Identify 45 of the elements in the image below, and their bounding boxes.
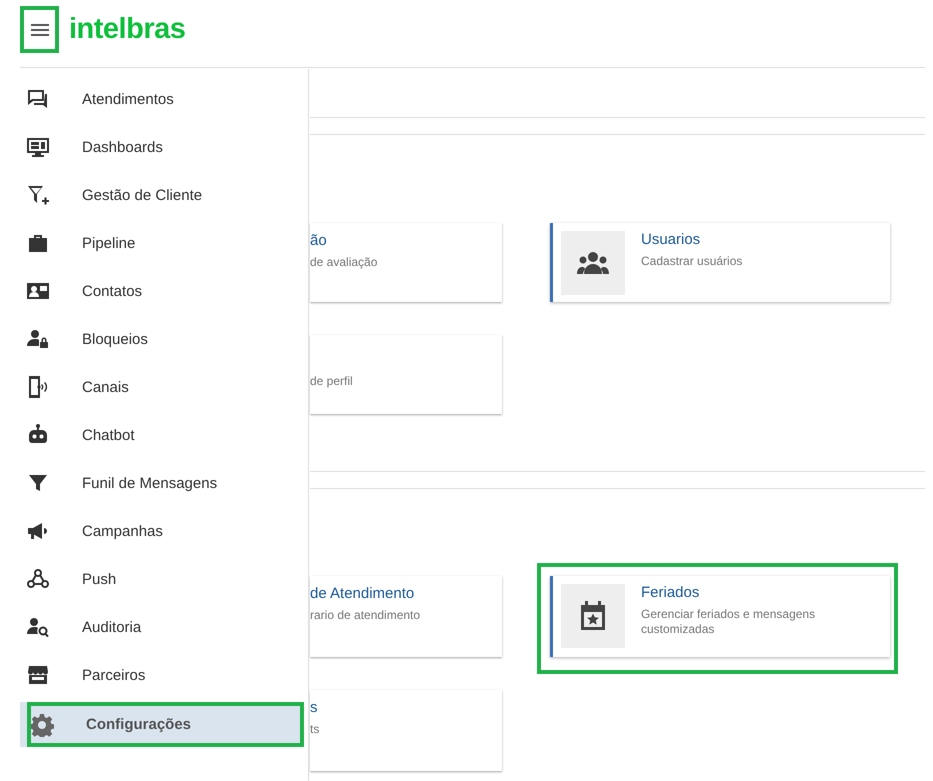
nav-item[interactable]: Pipeline [20,219,304,267]
settings-card[interactable]: Feriados Gerenciar feriados e mensagens customizadas [550,576,890,657]
gear-icon [30,712,54,736]
settings-card[interactable]: s ts [310,690,502,771]
nav-item[interactable]: Funil de Mensagens [20,459,304,507]
settings-card[interactable]: de Atendimento rario de atendimento [310,576,502,657]
calendar-star-icon [580,601,606,631]
card-description: rario de atendimento [310,608,422,623]
card-description: Gerenciar feriados e mensagens customizadas [641,607,816,637]
lock-user-icon [26,327,50,351]
nav-item[interactable]: Configurações [20,702,304,747]
nav-item[interactable]: Atendimentos [20,75,304,123]
nav-item[interactable]: Canais [20,363,304,411]
nav-item[interactable]: Dashboards [20,123,304,171]
nav-item[interactable]: Contatos [20,267,304,315]
nav-item[interactable]: Campanhas [20,507,304,555]
nav-item[interactable]: Gestão de Cliente [20,171,304,219]
nav-item[interactable]: Auditoria [20,603,304,651]
nav-item[interactable]: Chatbot [20,411,304,459]
store-icon [26,663,50,687]
filter-plus-icon [26,183,50,207]
settings-card[interactable]: de perfil [310,335,502,414]
menu-button[interactable] [20,6,59,53]
card-title: de Atendimento [310,585,416,603]
card-title: Feriados [641,584,700,602]
users-icon [576,251,610,275]
card-description: ts [310,722,320,737]
settings-card[interactable]: Usuarios Cadastrar usuários [550,223,890,302]
nav-item[interactable]: Bloqueios [20,315,304,363]
settings-card[interactable]: ão de avaliação [310,223,502,302]
monitor-icon [26,135,50,159]
phone-signal-icon [26,375,50,399]
card-title: ão [310,232,328,250]
nav-item[interactable]: Parceiros [20,651,304,699]
logo-text: intelbras [69,13,186,46]
chat-icon [26,87,50,111]
card-title: Usuarios [641,231,702,249]
card-description: de avaliação [310,255,378,270]
webhook-icon [26,567,50,591]
nav-item[interactable]: Push [20,555,304,603]
search-user-icon [26,615,50,639]
menu-icon [30,22,48,36]
card-title: s [310,699,318,717]
card-description: Cadastrar usuários [641,254,744,269]
card-description: de perfil [310,374,354,389]
